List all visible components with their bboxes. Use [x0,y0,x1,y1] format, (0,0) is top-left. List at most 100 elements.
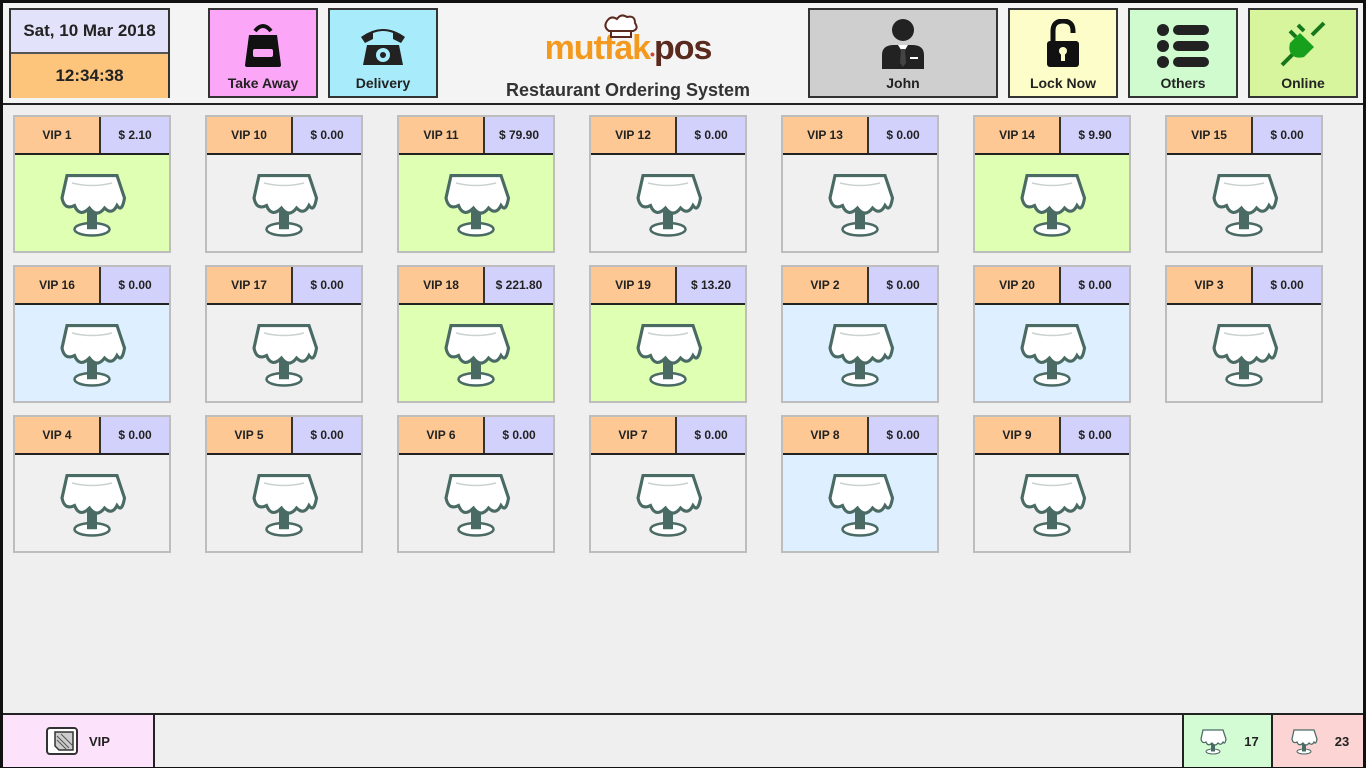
table-name: VIP 9 [975,417,1061,453]
table-icon [1212,173,1279,237]
delivery-button[interactable]: Delivery [328,8,438,98]
table-header: VIP 5 $ 0.00 [207,417,361,455]
table-card[interactable]: VIP 3 $ 0.00 [1165,265,1323,403]
current-date: Sat, 10 Mar 2018 [11,10,168,54]
table-icon [60,323,127,387]
table-icon [828,323,895,387]
table-header: VIP 2 $ 0.00 [783,267,937,305]
table-total: $ 0.00 [677,117,745,153]
list-menu-icon [1157,24,1209,68]
free-tables-counter: 17 [1182,715,1273,767]
table-body [207,455,361,551]
table-total: $ 0.00 [293,267,361,303]
table-name: VIP 18 [399,267,485,303]
table-name: VIP 15 [1167,117,1253,153]
table-total: $ 0.00 [1061,267,1129,303]
busy-count: 23 [1334,733,1350,749]
table-header: VIP 12 $ 0.00 [591,117,745,155]
table-card[interactable]: VIP 17 $ 0.00 [205,265,363,403]
table-body [207,305,361,401]
table-total: $ 0.00 [869,267,937,303]
table-body [207,155,361,251]
current-time: 12:34:38 [11,54,168,98]
table-header: VIP 15 $ 0.00 [1167,117,1321,155]
table-icon [444,473,511,537]
table-card[interactable]: VIP 13 $ 0.00 [781,115,939,253]
table-card[interactable]: VIP 15 $ 0.00 [1165,115,1323,253]
table-card[interactable]: VIP 2 $ 0.00 [781,265,939,403]
table-body [783,155,937,251]
table-total: $ 0.00 [293,117,361,153]
table-header: VIP 16 $ 0.00 [15,267,169,305]
table-card[interactable]: VIP 16 $ 0.00 [13,265,171,403]
user-button[interactable]: John [808,8,998,98]
table-total: $ 0.00 [869,117,937,153]
user-icon [882,19,924,69]
online-label: Online [1281,75,1325,91]
table-header: VIP 14 $ 9.90 [975,117,1129,155]
table-icon [252,473,319,537]
table-header: VIP 8 $ 0.00 [783,417,937,455]
table-body [399,305,553,401]
table-body [591,155,745,251]
table-card[interactable]: VIP 11 $ 79.90 [397,115,555,253]
table-header: VIP 6 $ 0.00 [399,417,553,455]
datetime-box: Sat, 10 Mar 2018 12:34:38 [9,8,170,98]
table-card[interactable]: VIP 14 $ 9.90 [973,115,1131,253]
table-total: $ 0.00 [677,417,745,453]
table-total: $ 0.00 [1253,117,1321,153]
table-card[interactable]: VIP 1 $ 2.10 [13,115,171,253]
table-body [975,155,1129,251]
lock-now-label: Lock Now [1029,75,1097,91]
lock-now-button[interactable]: Lock Now [1008,8,1118,98]
table-busy-icon [1291,729,1318,755]
table-total: $ 2.10 [101,117,169,153]
take-away-button[interactable]: Take Away [208,8,318,98]
table-card[interactable]: VIP 9 $ 0.00 [973,415,1131,553]
table-body [783,455,937,551]
table-card[interactable]: VIP 10 $ 0.00 [205,115,363,253]
table-name: VIP 10 [207,117,293,153]
table-card[interactable]: VIP 19 $ 13.20 [589,265,747,403]
table-card[interactable]: VIP 8 $ 0.00 [781,415,939,553]
table-card[interactable]: VIP 20 $ 0.00 [973,265,1131,403]
table-total: $ 0.00 [1253,267,1321,303]
table-icon [444,323,511,387]
table-card[interactable]: VIP 18 $ 221.80 [397,265,555,403]
table-icon [828,473,895,537]
table-icon [252,323,319,387]
table-card[interactable]: VIP 7 $ 0.00 [589,415,747,553]
table-name: VIP 19 [591,267,677,303]
table-header: VIP 9 $ 0.00 [975,417,1129,455]
table-name: VIP 4 [15,417,101,453]
table-icon [60,173,127,237]
app-logo: mutfak•pos Restaurant Ordering System [493,11,763,101]
table-header: VIP 17 $ 0.00 [207,267,361,305]
table-name: VIP 16 [15,267,101,303]
table-name: VIP 7 [591,417,677,453]
table-card[interactable]: VIP 6 $ 0.00 [397,415,555,553]
table-card[interactable]: VIP 5 $ 0.00 [205,415,363,553]
table-name: VIP 8 [783,417,869,453]
others-button[interactable]: Others [1128,8,1238,98]
section-floor-icon [46,727,78,755]
table-total: $ 0.00 [101,417,169,453]
table-header: VIP 18 $ 221.80 [399,267,553,305]
online-button[interactable]: Online [1248,8,1358,98]
table-name: VIP 20 [975,267,1061,303]
table-icon [636,323,703,387]
table-icon [60,473,127,537]
chef-hat-icon [604,14,638,38]
table-name: VIP 14 [975,117,1061,153]
telephone-icon [361,29,405,65]
table-icon [1020,323,1087,387]
table-header: VIP 19 $ 13.20 [591,267,745,305]
footer-bar: VIP 17 23 [3,713,1363,767]
table-card[interactable]: VIP 12 $ 0.00 [589,115,747,253]
section-vip-button[interactable]: VIP [3,715,155,767]
table-card[interactable]: VIP 4 $ 0.00 [13,415,171,553]
logo-pos: pos [653,29,712,67]
table-total: $ 13.20 [677,267,745,303]
plug-connected-icon [1280,21,1326,67]
table-icon [444,173,511,237]
